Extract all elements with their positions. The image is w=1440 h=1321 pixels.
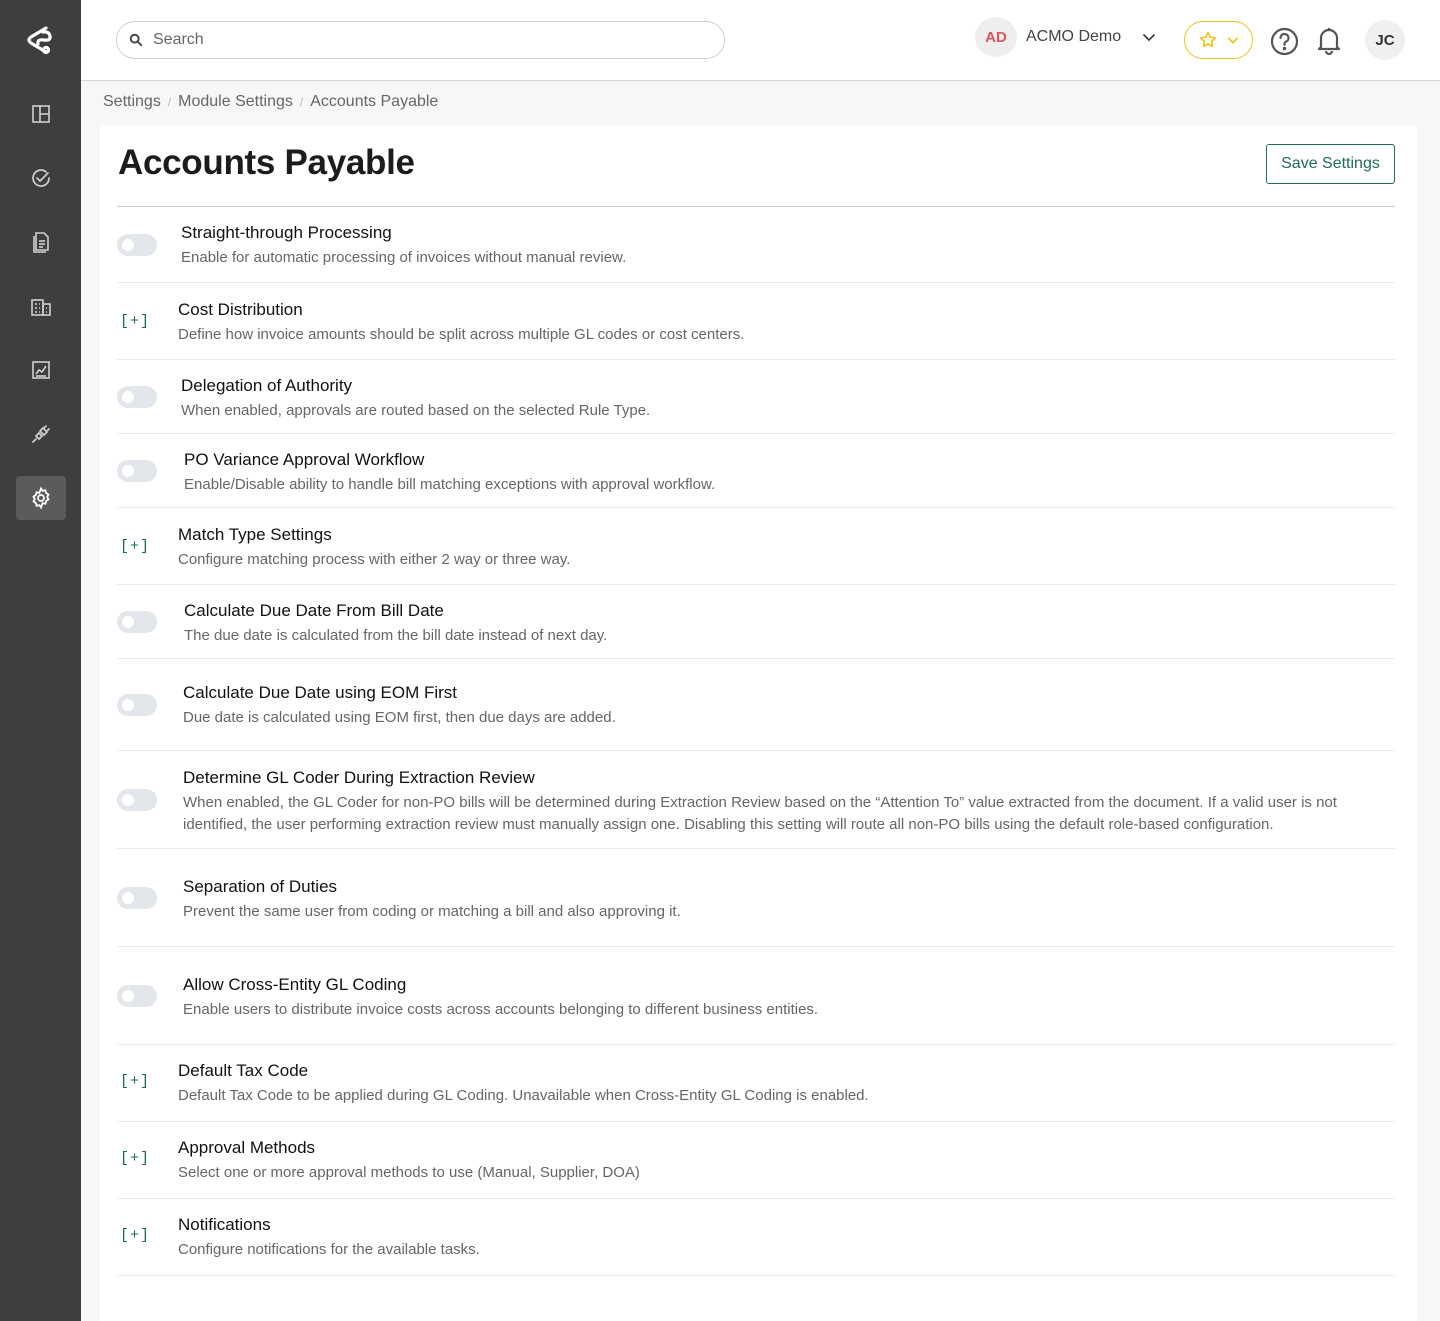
expand-toggle[interactable]: [+] — [120, 313, 150, 330]
tasks-check-icon — [32, 169, 50, 187]
setting-description: Enable users to distribute invoice costs… — [183, 1001, 819, 1018]
help-icon[interactable] — [1270, 27, 1299, 56]
setting-title: Delegation of Authority — [181, 376, 353, 395]
setting-description: Select one or more approval methods to u… — [178, 1164, 640, 1181]
setting-row-notifications: [+] Notifications Configure notification… — [117, 1199, 1395, 1276]
dashboard-icon — [32, 105, 50, 123]
expand-toggle[interactable]: [+] — [120, 1150, 150, 1167]
nav-entities[interactable] — [16, 284, 66, 328]
expand-toggle[interactable]: [+] — [120, 538, 150, 555]
setting-title: Cost Distribution — [178, 300, 303, 319]
setting-description: Prevent the same user from coding or mat… — [183, 903, 681, 920]
setting-title: Straight-through Processing — [181, 223, 392, 242]
setting-row-calculate-due-date-eom-first: Calculate Due Date using EOM First Due d… — [117, 659, 1395, 751]
integrations-plug-icon — [32, 425, 50, 443]
setting-title: Calculate Due Date using EOM First — [183, 683, 457, 702]
setting-description: Enable/Disable ability to handle bill ma… — [184, 476, 716, 493]
toggle-switch[interactable] — [117, 694, 157, 716]
chevron-down-icon — [1227, 37, 1238, 44]
breadcrumb-item-settings[interactable]: Settings — [103, 93, 161, 111]
setting-row-approval-methods: [+] Approval Methods Select one or more … — [117, 1122, 1395, 1199]
setting-title: PO Variance Approval Workflow — [184, 450, 425, 469]
setting-title: Notifications — [178, 1215, 271, 1234]
breadcrumb-item-module-settings[interactable]: Module Settings — [178, 93, 293, 111]
settings-card: Accounts Payable Save Settings Straight-… — [100, 125, 1417, 1321]
setting-title: Determine GL Coder During Extraction Rev… — [183, 768, 535, 787]
setting-description: The due date is calculated from the bill… — [184, 627, 608, 644]
company-switcher[interactable]: AD ACMO Demo — [975, 17, 1157, 57]
nav-analytics[interactable] — [16, 348, 66, 392]
setting-title: Match Type Settings — [178, 525, 332, 544]
setting-description: Enable for automatic processing of invoi… — [181, 249, 627, 266]
breadcrumb: Settings / Module Settings / Accounts Pa… — [103, 93, 438, 111]
sidebar — [0, 0, 81, 1321]
setting-row-delegation-of-authority: Delegation of Authority When enabled, ap… — [117, 360, 1395, 434]
bell-icon[interactable] — [1316, 25, 1342, 55]
setting-row-po-variance-approval-workflow: PO Variance Approval Workflow Enable/Dis… — [117, 434, 1395, 508]
page-title: Accounts Payable — [118, 143, 415, 182]
setting-row-calculate-due-date-from-bill-date: Calculate Due Date From Bill Date The du… — [117, 585, 1395, 659]
setting-description: Due date is calculated using EOM first, … — [183, 709, 616, 726]
documents-icon — [33, 232, 49, 253]
setting-description: Configure matching process with either 2… — [178, 551, 571, 568]
nav-settings[interactable] — [16, 476, 66, 520]
setting-row-determine-gl-coder: Determine GL Coder During Extraction Rev… — [117, 751, 1395, 849]
toggle-switch[interactable] — [117, 789, 157, 811]
app-logo-icon[interactable] — [22, 22, 58, 58]
search-icon — [129, 33, 143, 47]
setting-description: When enabled, approvals are routed based… — [181, 402, 651, 419]
breadcrumb-separator: / — [167, 95, 172, 109]
toggle-switch[interactable] — [117, 611, 157, 633]
setting-title: Approval Methods — [178, 1138, 316, 1157]
star-icon — [1199, 31, 1216, 48]
toggle-switch[interactable] — [117, 887, 157, 909]
setting-row-cost-distribution: [+] Cost Distribution Define how invoice… — [117, 283, 1395, 360]
analytics-icon — [32, 361, 50, 379]
toggle-switch[interactable] — [117, 985, 157, 1007]
nav-integrations[interactable] — [16, 412, 66, 456]
setting-title: Calculate Due Date From Bill Date — [184, 601, 444, 620]
toggle-switch[interactable] — [117, 386, 157, 408]
nav-documents[interactable] — [16, 220, 66, 264]
setting-row-default-tax-code: [+] Default Tax Code Default Tax Code to… — [117, 1045, 1395, 1122]
setting-description: When enabled, the GL Coder for non-PO bi… — [183, 794, 1337, 833]
save-settings-button[interactable]: Save Settings — [1266, 144, 1395, 184]
setting-title: Allow Cross-Entity GL Coding — [183, 975, 407, 994]
toggle-switch[interactable] — [117, 460, 157, 482]
nav-tasks[interactable] — [16, 156, 66, 200]
setting-title: Default Tax Code — [178, 1061, 309, 1080]
building-icon — [31, 299, 51, 316]
setting-row-allow-cross-entity-gl-coding: Allow Cross-Entity GL Coding Enable user… — [117, 947, 1395, 1045]
nav-dashboard[interactable] — [16, 92, 66, 136]
setting-title: Separation of Duties — [183, 877, 338, 896]
search-input[interactable] — [153, 31, 693, 49]
chevron-down-icon — [1143, 34, 1156, 41]
breadcrumb-separator: / — [299, 95, 304, 109]
search-box[interactable] — [116, 21, 725, 59]
favorites-button[interactable] — [1184, 21, 1253, 59]
setting-row-separation-of-duties: Separation of Duties Prevent the same us… — [117, 849, 1395, 947]
user-avatar[interactable]: JC — [1365, 20, 1405, 60]
company-name: ACMO Demo — [1026, 28, 1122, 45]
gear-icon — [32, 486, 50, 510]
setting-description: Define how invoice amounts should be spl… — [178, 326, 745, 343]
setting-description: Configure notifications for the availabl… — [178, 1241, 480, 1258]
expand-toggle[interactable]: [+] — [120, 1227, 150, 1244]
breadcrumb-item-accounts-payable: Accounts Payable — [310, 93, 439, 110]
top-bar: AD ACMO Demo JC — [81, 0, 1440, 81]
company-badge: AD — [975, 17, 1017, 57]
setting-row-straight-through-processing: Straight-through Processing Enable for a… — [117, 207, 1395, 283]
expand-toggle[interactable]: [+] — [120, 1073, 150, 1090]
setting-row-match-type-settings: [+] Match Type Settings Configure matchi… — [117, 508, 1395, 585]
setting-description: Default Tax Code to be applied during GL… — [178, 1087, 869, 1104]
toggle-switch[interactable] — [117, 234, 157, 256]
